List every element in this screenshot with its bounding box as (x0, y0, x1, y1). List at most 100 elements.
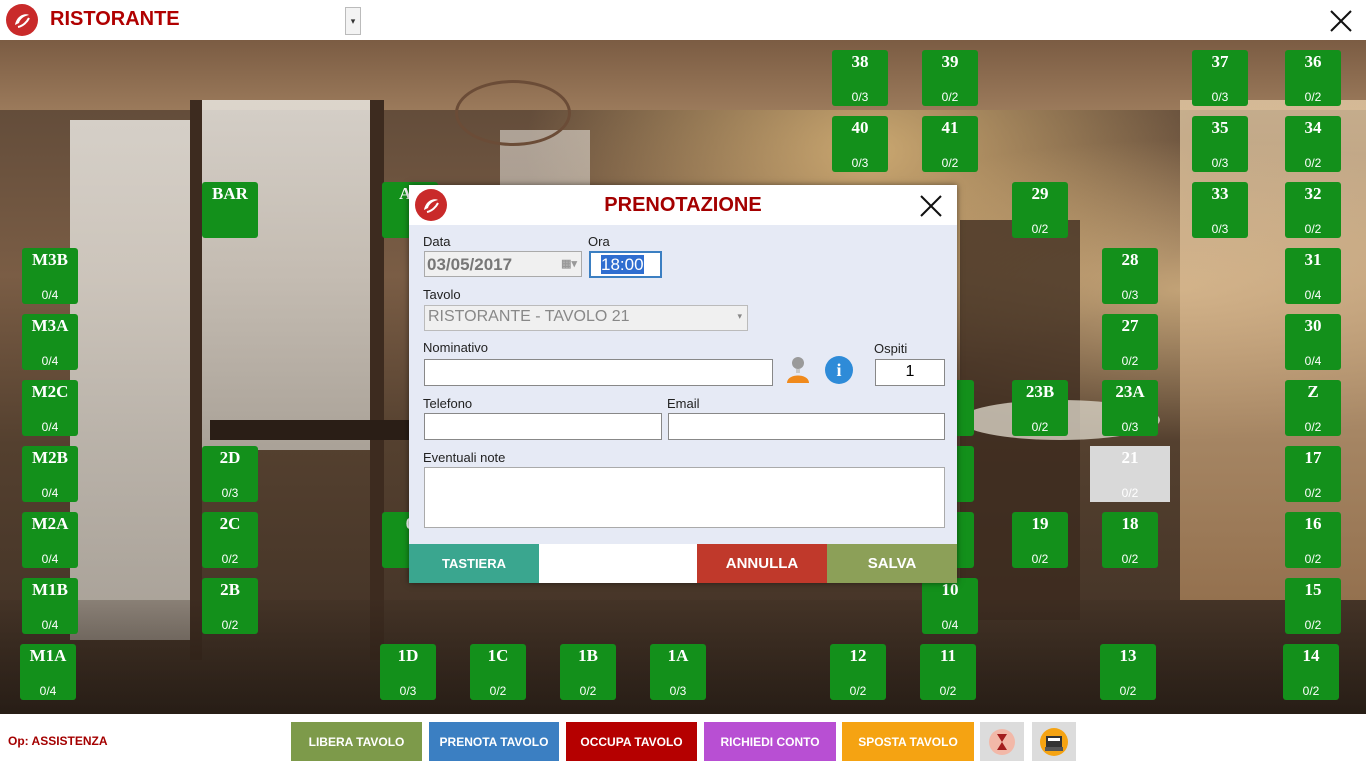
table-28[interactable]: 28 0/3 (1102, 248, 1158, 304)
table-M3B[interactable]: M3B 0/4 (22, 248, 78, 304)
keyboard-button[interactable]: TASTIERA (409, 544, 539, 583)
top-bar: RISTORANTE ▾ (0, 0, 1366, 40)
table-guests: 0/2 (849, 684, 867, 698)
table-39[interactable]: 39 0/2 (922, 50, 978, 106)
table-number: 12 (849, 646, 867, 665)
calendar-icon[interactable]: ▦▾ (561, 257, 577, 270)
table-36[interactable]: 36 0/2 (1285, 50, 1341, 106)
table-2B[interactable]: 2B 0/2 (202, 578, 258, 634)
table-1D[interactable]: 1D 0/3 (380, 644, 436, 700)
free-table-button[interactable]: LIBERA TAVOLO (291, 722, 422, 761)
close-app-icon[interactable] (1326, 6, 1356, 36)
table-31[interactable]: 31 0/4 (1285, 248, 1341, 304)
table-guests: 0/2 (1304, 486, 1322, 500)
table-14[interactable]: 14 0/2 (1283, 644, 1339, 700)
table-16[interactable]: 16 0/2 (1285, 512, 1341, 568)
table-15[interactable]: 15 0/2 (1285, 578, 1341, 634)
table-M2A[interactable]: M2A 0/4 (22, 512, 78, 568)
table-38[interactable]: 38 0/3 (832, 50, 888, 106)
table-34[interactable]: 34 0/2 (1285, 116, 1341, 172)
occupy-table-button[interactable]: OCCUPA TAVOLO (566, 722, 697, 761)
table-guests: 0/2 (1119, 684, 1137, 698)
table-11[interactable]: 11 0/2 (920, 644, 976, 700)
table-21[interactable]: 21 0/2 (1090, 446, 1170, 502)
table-2D[interactable]: 2D 0/3 (202, 446, 258, 502)
table-number: 2B (220, 580, 240, 599)
table-guests: 0/3 (1211, 156, 1229, 170)
table-number: 28 (1121, 250, 1139, 269)
table-select[interactable]: RISTORANTE - TAVOLO 21 ▾ (424, 305, 748, 331)
table-40[interactable]: 40 0/3 (832, 116, 888, 172)
table-37[interactable]: 37 0/3 (1192, 50, 1248, 106)
table-guests: 0/3 (1121, 420, 1139, 434)
table-1A[interactable]: 1A 0/3 (650, 644, 706, 700)
table-number: 27 (1121, 316, 1139, 335)
table-17[interactable]: 17 0/2 (1285, 446, 1341, 502)
date-field[interactable]: 03/05/2017 ▦▾ (424, 251, 582, 277)
table-number: M2B (32, 448, 68, 467)
table-13[interactable]: 13 0/2 (1100, 644, 1156, 700)
table-guests: 0/2 (1304, 420, 1322, 434)
table-guests: 0/2 (1121, 552, 1139, 566)
table-number: 1C (487, 646, 509, 665)
table-30[interactable]: 30 0/4 (1285, 314, 1341, 370)
table-23A[interactable]: 23A 0/3 (1102, 380, 1158, 436)
table-BAR[interactable]: BAR (202, 182, 258, 238)
table-19[interactable]: 19 0/2 (1012, 512, 1068, 568)
notes-field[interactable] (424, 467, 945, 528)
table-35[interactable]: 35 0/3 (1192, 116, 1248, 172)
info-icon[interactable]: i (825, 356, 853, 384)
table-number: 37 (1211, 52, 1229, 71)
table-27[interactable]: 27 0/2 (1102, 314, 1158, 370)
cash-register-icon[interactable] (1032, 722, 1076, 761)
table-guests: 0/4 (41, 486, 59, 500)
table-29[interactable]: 29 0/2 (1012, 182, 1068, 238)
area-dropdown[interactable]: ▾ (345, 7, 361, 35)
table-18[interactable]: 18 0/2 (1102, 512, 1158, 568)
save-button[interactable]: SALVA (827, 544, 957, 583)
table-2C[interactable]: 2C 0/2 (202, 512, 258, 568)
time-field[interactable]: 18:00 (589, 251, 662, 278)
table-number: 38 (851, 52, 869, 71)
reserve-table-button[interactable]: PRENOTA TAVOLO (429, 722, 559, 761)
table-guests: 0/2 (1304, 222, 1322, 236)
table-number: 16 (1304, 514, 1322, 533)
table-33[interactable]: 33 0/3 (1192, 182, 1248, 238)
table-Z[interactable]: Z 0/2 (1285, 380, 1341, 436)
table-guests: 0/2 (1031, 552, 1049, 566)
table-M1A[interactable]: M1A 0/4 (20, 644, 76, 700)
table-1B[interactable]: 1B 0/2 (560, 644, 616, 700)
table-number: 23A (1115, 382, 1145, 401)
table-number: 36 (1304, 52, 1322, 71)
table-guests: 0/2 (221, 552, 239, 566)
email-field[interactable] (668, 413, 945, 440)
hourglass-icon[interactable] (980, 722, 1024, 761)
table-number: 23B (1025, 382, 1055, 401)
table-10[interactable]: 10 0/4 (922, 578, 978, 634)
table-M3A[interactable]: M3A 0/4 (22, 314, 78, 370)
table-M2B[interactable]: M2B 0/4 (22, 446, 78, 502)
move-table-button[interactable]: SPOSTA TAVOLO (842, 722, 974, 761)
table-number: M1A (29, 646, 67, 665)
table-guests: 0/2 (1121, 486, 1139, 500)
table-1C[interactable]: 1C 0/2 (470, 644, 526, 700)
table-guests: 0/4 (1304, 354, 1322, 368)
cancel-button[interactable]: ANNULLA (697, 544, 827, 583)
table-32[interactable]: 32 0/2 (1285, 182, 1341, 238)
phone-field[interactable] (424, 413, 662, 440)
table-number: M2A (31, 514, 69, 533)
name-field[interactable] (424, 359, 773, 386)
guests-field[interactable]: 1 (875, 359, 945, 386)
request-bill-button[interactable]: RICHIEDI CONTO (704, 722, 836, 761)
close-dialog-icon[interactable] (919, 194, 943, 218)
table-number: M3A (31, 316, 69, 335)
table-41[interactable]: 41 0/2 (922, 116, 978, 172)
table-number: 15 (1304, 580, 1322, 599)
table-guests: 0/3 (221, 486, 239, 500)
customer-search-icon[interactable] (785, 355, 811, 385)
table-M2C[interactable]: M2C 0/4 (22, 380, 78, 436)
table-M1B[interactable]: M1B 0/4 (22, 578, 78, 634)
table-23B[interactable]: 23B 0/2 (1012, 380, 1068, 436)
table-guests: 0/4 (41, 420, 59, 434)
table-12[interactable]: 12 0/2 (830, 644, 886, 700)
